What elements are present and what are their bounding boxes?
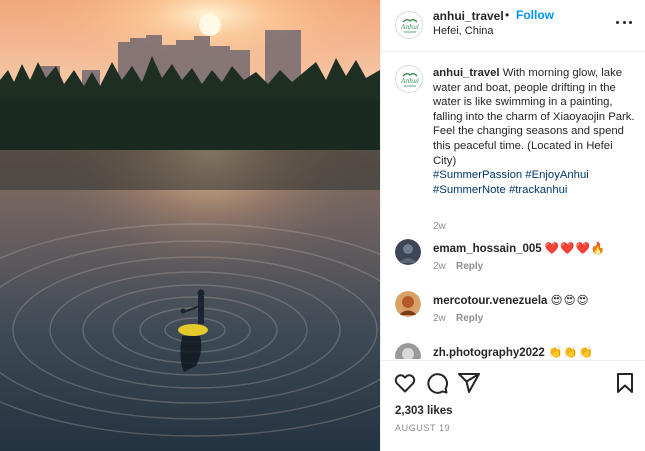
commenter-username: mercotour.venezuela 😍😍😍 — [433, 293, 590, 307]
comment-username[interactable]: mercotour.venezuela — [433, 295, 547, 307]
comment-timestamp[interactable]: 2w — [433, 261, 446, 272]
comment-text: 😍😍😍 — [550, 295, 590, 307]
follow-button[interactable]: Follow — [516, 8, 554, 22]
post-author-username[interactable]: anhui_travel — [433, 9, 504, 23]
likes-count[interactable]: 2,303 likes — [395, 405, 453, 417]
comment-item: emam_hossain_005 ❤️❤️❤️🔥 2w Reply — [395, 239, 635, 283]
hashtag-link[interactable]: #EnjoyAnhui — [525, 169, 588, 181]
hashtag-link[interactable]: #SummerNote — [433, 184, 506, 196]
post-date[interactable]: AUGUST 19 — [395, 423, 450, 433]
caption-username[interactable]: anhui_travel — [433, 67, 500, 79]
reply-button[interactable]: Reply — [456, 261, 483, 272]
comment-timestamp[interactable]: 2w — [433, 313, 446, 324]
bookmark-icon[interactable] — [613, 371, 637, 395]
comment-icon[interactable] — [425, 371, 449, 395]
post-location[interactable]: Hefei, China — [433, 25, 494, 37]
comment-text: ❤️❤️❤️🔥 — [544, 243, 607, 255]
lake-sunrise-image — [0, 0, 380, 451]
comment-username[interactable]: zh.photography2022 — [433, 347, 545, 359]
reply-button[interactable]: Reply — [456, 313, 483, 324]
post-side-panel: Anhui anhui_travel • Follow Hefei, China… — [380, 0, 645, 451]
caption-hashtags: #SummerPassion #EnjoyAnhui #SummerNote #… — [433, 169, 589, 196]
post-actions: 2,303 likes AUGUST 19 — [381, 360, 645, 451]
post-header: Anhui anhui_travel • Follow Hefei, China — [381, 0, 645, 52]
caption-avatar[interactable]: Anhui — [395, 65, 423, 93]
heart-icon[interactable] — [393, 371, 417, 395]
comments-list[interactable]: Anhui anhui_travel With morning glow, la… — [381, 53, 645, 359]
caption-text: With morning glow, lake water and boat, … — [433, 67, 635, 167]
commenter-avatar[interactable] — [395, 239, 421, 265]
more-options-icon[interactable] — [616, 18, 632, 26]
anhui-logo-icon: Anhui — [400, 19, 419, 33]
share-icon[interactable] — [457, 371, 481, 395]
post-photo[interactable] — [0, 0, 380, 451]
logo-text: Anhui — [400, 78, 419, 85]
commenter-avatar[interactable] — [395, 343, 421, 359]
comment-item: mercotour.venezuela 😍😍😍 2w Reply — [395, 291, 635, 335]
commenter-username: zh.photography2022 👏👏👏 — [433, 345, 594, 359]
profile-avatar[interactable]: Anhui — [395, 11, 423, 39]
logo-text: Anhui — [400, 24, 419, 31]
caption-text-block: anhui_travel With morning glow, lake wat… — [433, 66, 635, 197]
hashtag-link[interactable]: #SummerPassion — [433, 169, 522, 181]
comment-item: zh.photography2022 👏👏👏 — [395, 343, 635, 359]
commenter-avatar[interactable] — [395, 291, 421, 317]
comment-text: 👏👏👏 — [548, 347, 594, 359]
comment-username[interactable]: emam_hossain_005 — [433, 243, 542, 255]
caption-timestamp[interactable]: 2w — [433, 221, 446, 232]
separator-dot: • — [505, 8, 510, 22]
anhui-logo-icon: Anhui — [400, 73, 419, 87]
hashtag-link[interactable]: #trackanhui — [509, 184, 567, 196]
commenter-username: emam_hossain_005 ❤️❤️❤️🔥 — [433, 241, 606, 255]
